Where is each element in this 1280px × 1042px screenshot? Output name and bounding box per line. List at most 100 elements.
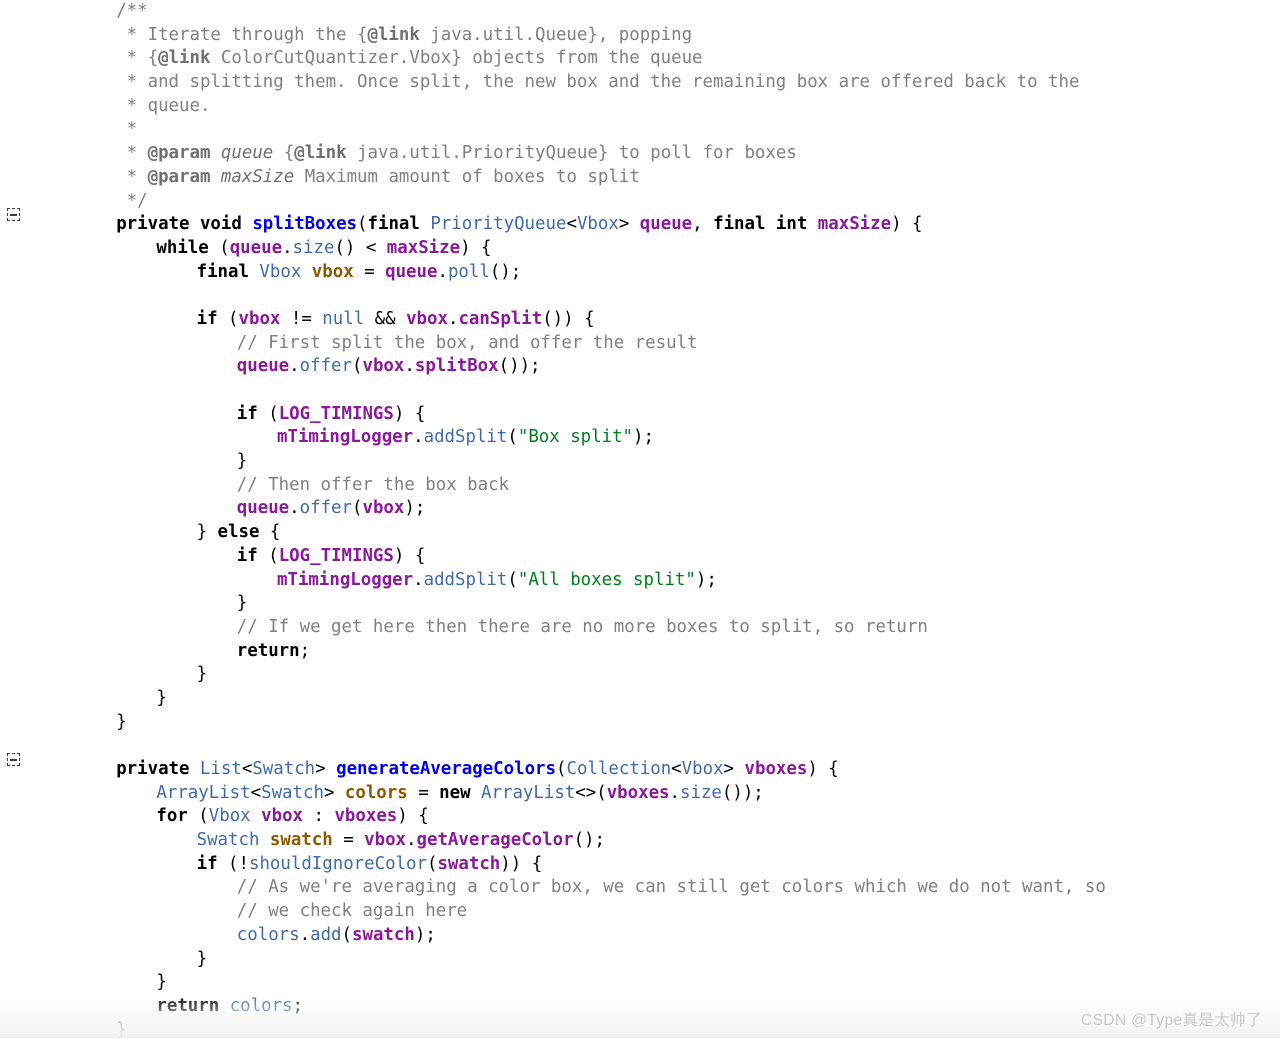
code-token: maxSize (386, 237, 461, 258)
code-token: } (196, 948, 208, 969)
code-line: if (LOG_TIMINGS) { (0, 545, 1280, 569)
code-token: Vbox (208, 806, 262, 827)
code-token: ()) { (542, 308, 595, 329)
code-token: (); (573, 830, 605, 851)
code-token: * Iterate through the { (116, 24, 368, 45)
code-token: if (236, 545, 269, 566)
code-line: * @param queue {@link java.util.Priority… (0, 142, 1280, 166)
code-token: Swatch (261, 782, 324, 803)
code-token: return (156, 995, 230, 1016)
code-token: ; (299, 640, 311, 661)
code-token: queue (385, 261, 438, 282)
code-token: > (723, 759, 745, 779)
code-token: Collection (566, 759, 672, 779)
code-token: ( (507, 427, 518, 448)
code-token: ); (695, 569, 717, 590)
code-token: Vbox (681, 759, 724, 779)
code-token: getAverageColor (416, 830, 574, 851)
code-token: poll (447, 261, 490, 282)
code-token: { (273, 143, 295, 164)
code-token: > (618, 214, 640, 235)
code-token: Swatch (252, 759, 316, 779)
code-line: * and splitting them. Once split, the ne… (0, 71, 1280, 95)
code-token: vboxes (334, 806, 398, 827)
code-token: Maximum amount of boxes to split (294, 166, 640, 187)
code-token: @param (147, 143, 211, 164)
code-token: ( (352, 498, 363, 519)
code-token: < (671, 759, 682, 779)
code-token: vbox (311, 261, 354, 282)
code-token: // we check again here (236, 901, 468, 922)
code-token: "All boxes split" (517, 569, 696, 590)
code-token: return (236, 640, 300, 661)
code-content[interactable]: /** * Iterate through the {@link java.ut… (0, 0, 1280, 1042)
code-token: * (116, 166, 148, 187)
code-line: // If we get here then there are no more… (0, 616, 1280, 640)
code-token: null (322, 308, 365, 329)
code-token: ()); (721, 782, 764, 803)
code-line: } (0, 971, 1280, 995)
code-token: // As we're averaging a color box, we ca… (236, 877, 1106, 898)
code-token: ( (198, 806, 209, 827)
code-token: , (692, 214, 714, 235)
code-token: @link (367, 24, 420, 45)
code-token: != (280, 308, 323, 329)
code-token: vbox (261, 806, 304, 827)
code-token: for (156, 806, 199, 827)
code-token: colors (236, 924, 300, 945)
code-line: return; (0, 640, 1280, 664)
code-token: } (236, 451, 248, 472)
code-token: final int (713, 214, 818, 235)
code-token: LOG_TIMINGS (278, 545, 394, 566)
code-line: * queue. (0, 95, 1280, 119)
code-token: () < (334, 237, 387, 258)
code-line: } (0, 450, 1280, 474)
code-token: ) { (393, 545, 426, 566)
code-token: ) { (807, 759, 839, 779)
code-token: )) { (500, 853, 543, 874)
code-token: < (250, 782, 262, 803)
code-line: } (0, 592, 1280, 616)
code-token: . (437, 261, 448, 282)
code-token: swatch (352, 924, 415, 945)
code-token: final (367, 214, 431, 235)
csdn-watermark: CSDN @Type真是太帅了 (1080, 1012, 1262, 1029)
code-line: ArrayList<Swatch> colors = new ArrayList… (0, 782, 1280, 806)
code-token: Vbox (576, 214, 619, 235)
code-token: && (364, 308, 407, 329)
code-line: /** (0, 0, 1280, 24)
code-line: * {@link ColorCutQuantizer.Vbox} objects… (0, 47, 1280, 71)
code-token: } (156, 972, 167, 993)
code-token: queue (236, 498, 290, 519)
code-token: ( (268, 545, 279, 566)
code-token: . (289, 498, 300, 519)
code-token: vboxes (744, 759, 808, 779)
code-line: } (0, 711, 1280, 735)
code-line: // First split the box, and offer the re… (0, 332, 1280, 356)
code-token: Vbox (259, 261, 312, 282)
code-token: } (116, 711, 127, 732)
code-token: mTimingLogger (277, 427, 414, 448)
code-line: if (!shouldIgnoreColor(swatch)) { (0, 853, 1280, 877)
code-line: mTimingLogger.addSplit("All boxes split"… (0, 569, 1280, 593)
code-line: if (vbox != null && vbox.canSplit()) { (0, 308, 1280, 332)
code-token: Swatch (196, 830, 270, 851)
code-token: <>( (575, 782, 607, 803)
code-token: * and splitting them. Once split, the ne… (116, 72, 1080, 93)
code-line: // Then offer the box back (0, 474, 1280, 498)
code-line: * @param maxSize Maximum amount of boxes… (0, 166, 1280, 190)
code-token: . (299, 924, 311, 945)
code-token: > (315, 759, 337, 779)
code-token: ) { (460, 237, 492, 258)
code-token: colors (229, 995, 293, 1016)
code-token: if (236, 403, 269, 424)
code-token: @link (294, 143, 347, 164)
code-token: ArrayList (481, 782, 576, 803)
code-token: ( (352, 356, 363, 377)
code-token: java.util.PriorityQueue} to poll for box… (346, 143, 797, 164)
code-token: . (404, 356, 415, 377)
code-token: ); (404, 498, 426, 519)
code-token: ( (507, 569, 518, 590)
